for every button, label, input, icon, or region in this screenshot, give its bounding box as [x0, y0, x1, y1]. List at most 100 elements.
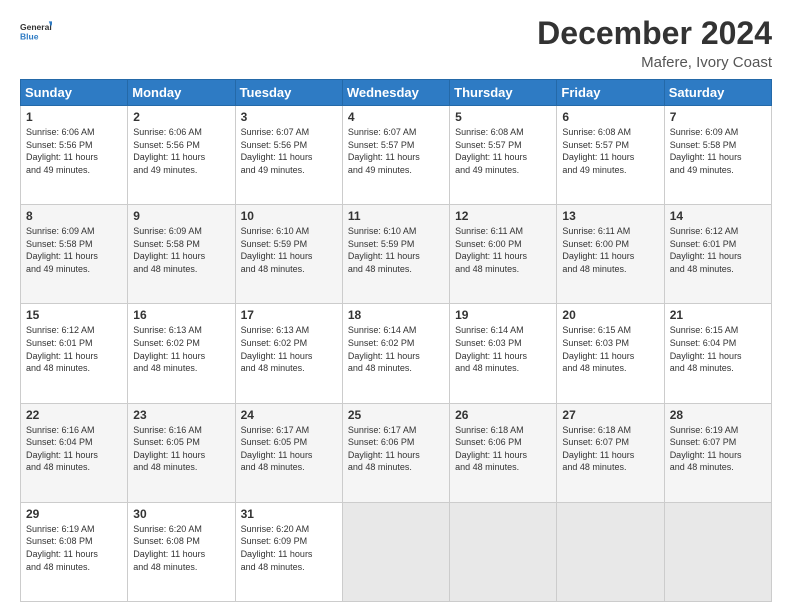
day-info: Sunrise: 6:19 AM Sunset: 6:07 PM Dayligh…: [670, 424, 766, 474]
calendar-cell: 29 Sunrise: 6:19 AM Sunset: 6:08 PM Dayli…: [21, 502, 128, 601]
calendar-cell: 23 Sunrise: 6:16 AM Sunset: 6:05 PM Dayli…: [128, 403, 235, 502]
calendar-cell: 2 Sunrise: 6:06 AM Sunset: 5:56 PM Daylig…: [128, 106, 235, 205]
day-number: 6: [562, 110, 658, 124]
day-number: 1: [26, 110, 122, 124]
calendar-cell: [664, 502, 771, 601]
calendar-cell: 21 Sunrise: 6:15 AM Sunset: 6:04 PM Dayli…: [664, 304, 771, 403]
calendar-week-row: 22 Sunrise: 6:16 AM Sunset: 6:04 PM Dayli…: [21, 403, 772, 502]
calendar-table: SundayMondayTuesdayWednesdayThursdayFrid…: [20, 79, 772, 602]
calendar-cell: 25 Sunrise: 6:17 AM Sunset: 6:06 PM Dayli…: [342, 403, 449, 502]
day-info: Sunrise: 6:18 AM Sunset: 6:07 PM Dayligh…: [562, 424, 658, 474]
calendar-cell: [557, 502, 664, 601]
calendar-cell: 8 Sunrise: 6:09 AM Sunset: 5:58 PM Daylig…: [21, 205, 128, 304]
day-info: Sunrise: 6:06 AM Sunset: 5:56 PM Dayligh…: [133, 126, 229, 176]
calendar-cell: [342, 502, 449, 601]
day-info: Sunrise: 6:09 AM Sunset: 5:58 PM Dayligh…: [26, 225, 122, 275]
title-area: December 2024 Mafere, Ivory Coast: [537, 15, 772, 71]
calendar-cell: 27Sunrise: 6:18 AM Sunset: 6:07 PM Dayli…: [557, 403, 664, 502]
header: General Blue December 2024 Mafere, Ivory…: [20, 15, 772, 71]
day-number: 16: [133, 308, 229, 322]
day-number: 23: [133, 408, 229, 422]
day-number: 17: [241, 308, 337, 322]
calendar-cell: 22 Sunrise: 6:16 AM Sunset: 6:04 PM Dayli…: [21, 403, 128, 502]
day-info: Sunrise: 6:16 AM Sunset: 6:04 PM Dayligh…: [26, 424, 122, 474]
calendar-cell: 5 Sunrise: 6:08 AM Sunset: 5:57 PM Daylig…: [450, 106, 557, 205]
day-info: Sunrise: 6:17 AM Sunset: 6:05 PM Dayligh…: [241, 424, 337, 474]
calendar-cell: 15 Sunrise: 6:12 AM Sunset: 6:01 PM Dayli…: [21, 304, 128, 403]
calendar-cell: 30Sunrise: 6:20 AM Sunset: 6:08 PM Dayli…: [128, 502, 235, 601]
day-info: Sunrise: 6:14 AM Sunset: 6:02 PM Dayligh…: [348, 324, 444, 374]
calendar-cell: 28 Sunrise: 6:19 AM Sunset: 6:07 PM Dayli…: [664, 403, 771, 502]
day-info: Sunrise: 6:15 AM Sunset: 6:04 PM Dayligh…: [670, 324, 766, 374]
calendar-cell: 10 Sunrise: 6:10 AM Sunset: 5:59 PM Dayli…: [235, 205, 342, 304]
day-number: 15: [26, 308, 122, 322]
day-info: Sunrise: 6:15 AM Sunset: 6:03 PM Dayligh…: [562, 324, 658, 374]
calendar-cell: 11 Sunrise: 6:10 AM Sunset: 5:59 PM Dayli…: [342, 205, 449, 304]
day-number: 28: [670, 408, 766, 422]
day-info: Sunrise: 6:10 AM Sunset: 5:59 PM Dayligh…: [348, 225, 444, 275]
day-info: Sunrise: 6:08 AM Sunset: 5:57 PM Dayligh…: [455, 126, 551, 176]
day-info: Sunrise: 6:07 AM Sunset: 5:56 PM Dayligh…: [241, 126, 337, 176]
calendar-cell: 4 Sunrise: 6:07 AM Sunset: 5:57 PM Daylig…: [342, 106, 449, 205]
day-number: 10: [241, 209, 337, 223]
svg-text:General: General: [20, 22, 52, 32]
day-number: 24: [241, 408, 337, 422]
day-number: 20: [562, 308, 658, 322]
day-info: Sunrise: 6:08 AM Sunset: 5:57 PM Dayligh…: [562, 126, 658, 176]
day-number: 2: [133, 110, 229, 124]
day-number: 4: [348, 110, 444, 124]
day-number: 7: [670, 110, 766, 124]
calendar-cell: 17 Sunrise: 6:13 AM Sunset: 6:02 PM Dayli…: [235, 304, 342, 403]
subtitle: Mafere, Ivory Coast: [537, 54, 772, 71]
day-info: Sunrise: 6:16 AM Sunset: 6:05 PM Dayligh…: [133, 424, 229, 474]
calendar-day-header: Monday: [128, 80, 235, 106]
day-number: 5: [455, 110, 551, 124]
calendar-day-header: Tuesday: [235, 80, 342, 106]
day-info: Sunrise: 6:19 AM Sunset: 6:08 PM Dayligh…: [26, 523, 122, 573]
calendar-cell: 19Sunrise: 6:14 AM Sunset: 6:03 PM Dayli…: [450, 304, 557, 403]
calendar-day-header: Sunday: [21, 80, 128, 106]
day-info: Sunrise: 6:13 AM Sunset: 6:02 PM Dayligh…: [241, 324, 337, 374]
day-number: 25: [348, 408, 444, 422]
calendar-week-row: 15 Sunrise: 6:12 AM Sunset: 6:01 PM Dayli…: [21, 304, 772, 403]
day-info: Sunrise: 6:11 AM Sunset: 6:00 PM Dayligh…: [562, 225, 658, 275]
calendar-day-header: Saturday: [664, 80, 771, 106]
calendar-cell: 13 Sunrise: 6:11 AM Sunset: 6:00 PM Dayli…: [557, 205, 664, 304]
day-info: Sunrise: 6:07 AM Sunset: 5:57 PM Dayligh…: [348, 126, 444, 176]
calendar-cell: 18 Sunrise: 6:14 AM Sunset: 6:02 PM Dayli…: [342, 304, 449, 403]
calendar-header-row: SundayMondayTuesdayWednesdayThursdayFrid…: [21, 80, 772, 106]
day-number: 14: [670, 209, 766, 223]
calendar-cell: 24 Sunrise: 6:17 AM Sunset: 6:05 PM Dayli…: [235, 403, 342, 502]
day-info: Sunrise: 6:17 AM Sunset: 6:06 PM Dayligh…: [348, 424, 444, 474]
page: General Blue December 2024 Mafere, Ivory…: [0, 0, 792, 612]
day-number: 29: [26, 507, 122, 521]
calendar-week-row: 1 Sunrise: 6:06 AM Sunset: 5:56 PM Daylig…: [21, 106, 772, 205]
day-number: 19: [455, 308, 551, 322]
calendar-cell: 14Sunrise: 6:12 AM Sunset: 6:01 PM Dayli…: [664, 205, 771, 304]
day-info: Sunrise: 6:20 AM Sunset: 6:09 PM Dayligh…: [241, 523, 337, 573]
day-number: 13: [562, 209, 658, 223]
day-info: Sunrise: 6:18 AM Sunset: 6:06 PM Dayligh…: [455, 424, 551, 474]
day-number: 8: [26, 209, 122, 223]
day-number: 11: [348, 209, 444, 223]
calendar-cell: 1Sunrise: 6:06 AM Sunset: 5:56 PM Daylig…: [21, 106, 128, 205]
day-number: 22: [26, 408, 122, 422]
calendar-day-header: Wednesday: [342, 80, 449, 106]
calendar-cell: 26Sunrise: 6:18 AM Sunset: 6:06 PM Dayli…: [450, 403, 557, 502]
calendar-cell: 9Sunrise: 6:09 AM Sunset: 5:58 PM Daylig…: [128, 205, 235, 304]
calendar-cell: 20 Sunrise: 6:15 AM Sunset: 6:03 PM Dayli…: [557, 304, 664, 403]
logo: General Blue: [20, 15, 52, 47]
day-info: Sunrise: 6:09 AM Sunset: 5:58 PM Dayligh…: [670, 126, 766, 176]
calendar-cell: [450, 502, 557, 601]
day-info: Sunrise: 6:12 AM Sunset: 6:01 PM Dayligh…: [26, 324, 122, 374]
calendar-cell: 6 Sunrise: 6:08 AM Sunset: 5:57 PM Daylig…: [557, 106, 664, 205]
day-number: 18: [348, 308, 444, 322]
day-number: 30: [133, 507, 229, 521]
day-number: 9: [133, 209, 229, 223]
day-number: 31: [241, 507, 337, 521]
calendar-week-row: 29 Sunrise: 6:19 AM Sunset: 6:08 PM Dayli…: [21, 502, 772, 601]
day-number: 21: [670, 308, 766, 322]
day-info: Sunrise: 6:10 AM Sunset: 5:59 PM Dayligh…: [241, 225, 337, 275]
svg-text:Blue: Blue: [20, 32, 39, 42]
logo-svg: General Blue: [20, 15, 52, 47]
